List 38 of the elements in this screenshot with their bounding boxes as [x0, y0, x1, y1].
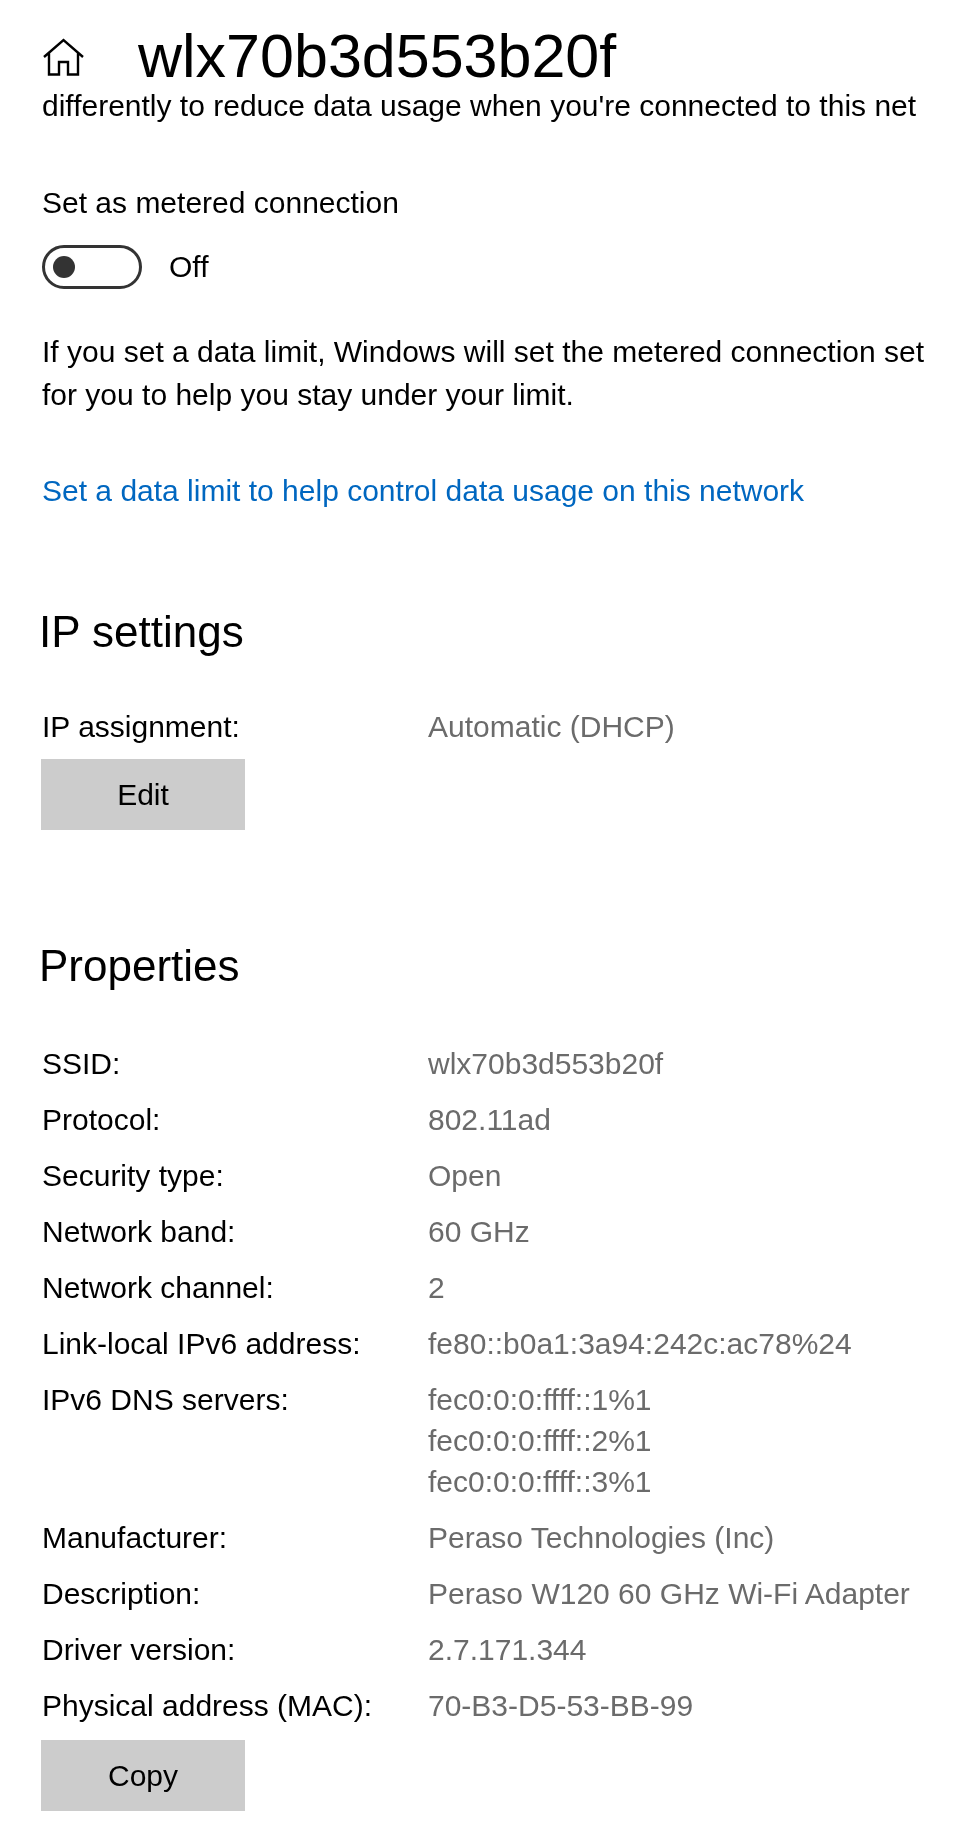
property-label: Manufacturer: [42, 1520, 229, 1556]
property-value: 2 [428, 1270, 445, 1306]
property-label: Description: [42, 1576, 202, 1612]
action-button[interactable]: Copy [41, 1740, 245, 1811]
data-limit-link[interactable]: Set a data limit to help control data usage on this network [42, 469, 805, 512]
property-value: fec0:0:0:ffff::1%1 [428, 1382, 652, 1418]
section-heading: IP settings [39, 606, 245, 658]
property-label: IPv6 DNS servers: [42, 1382, 290, 1418]
property-value: 2.7.171.344 [428, 1632, 587, 1668]
property-value: wlx70b3d553b20f [428, 1046, 664, 1082]
section-heading: Properties [39, 940, 241, 992]
property-label: Link-local IPv6 address: [42, 1326, 362, 1362]
property-label: Physical address (MAC): [42, 1688, 374, 1724]
property-value: fec0:0:0:ffff::3%1 [428, 1464, 652, 1500]
toggle-state-label: Off [169, 249, 209, 285]
property-value: 60 GHz [428, 1214, 530, 1250]
property-label: SSID: [42, 1046, 122, 1082]
property-label: Security type: [42, 1158, 225, 1194]
description-text: differently to reduce data usage when you're connected to this net [42, 88, 918, 124]
toggle-switch[interactable] [42, 245, 142, 289]
property-label: Protocol: [42, 1102, 162, 1138]
property-value: Peraso W120 60 GHz Wi-Fi Adapter [428, 1576, 910, 1612]
property-label: Driver version: [42, 1632, 237, 1668]
action-button[interactable]: Edit [41, 759, 245, 830]
description-text: If you set a data limit, Windows will set the metered connection set for you to help you stay under your limit. [42, 334, 926, 413]
property-label: IP assignment: [42, 709, 241, 745]
property-value: Open [428, 1158, 502, 1194]
page-title: wlx70b3d553b20f [138, 26, 617, 87]
home-icon[interactable] [42, 37, 85, 76]
property-label: Network band: [42, 1214, 237, 1250]
property-value: Automatic (DHCP) [428, 709, 675, 745]
property-value: 70-B3-D5-53-BB-99 [428, 1688, 694, 1724]
property-value: fec0:0:0:ffff::2%1 [428, 1423, 652, 1459]
property-label: Network channel: [42, 1270, 275, 1306]
property-value: fe80::b0a1:3a94:242c:ac78%24 [428, 1326, 852, 1362]
setting-label: Set as metered connection [42, 185, 400, 221]
property-value: Peraso Technologies (Inc) [428, 1520, 775, 1556]
property-value: 802.11ad [428, 1102, 551, 1138]
